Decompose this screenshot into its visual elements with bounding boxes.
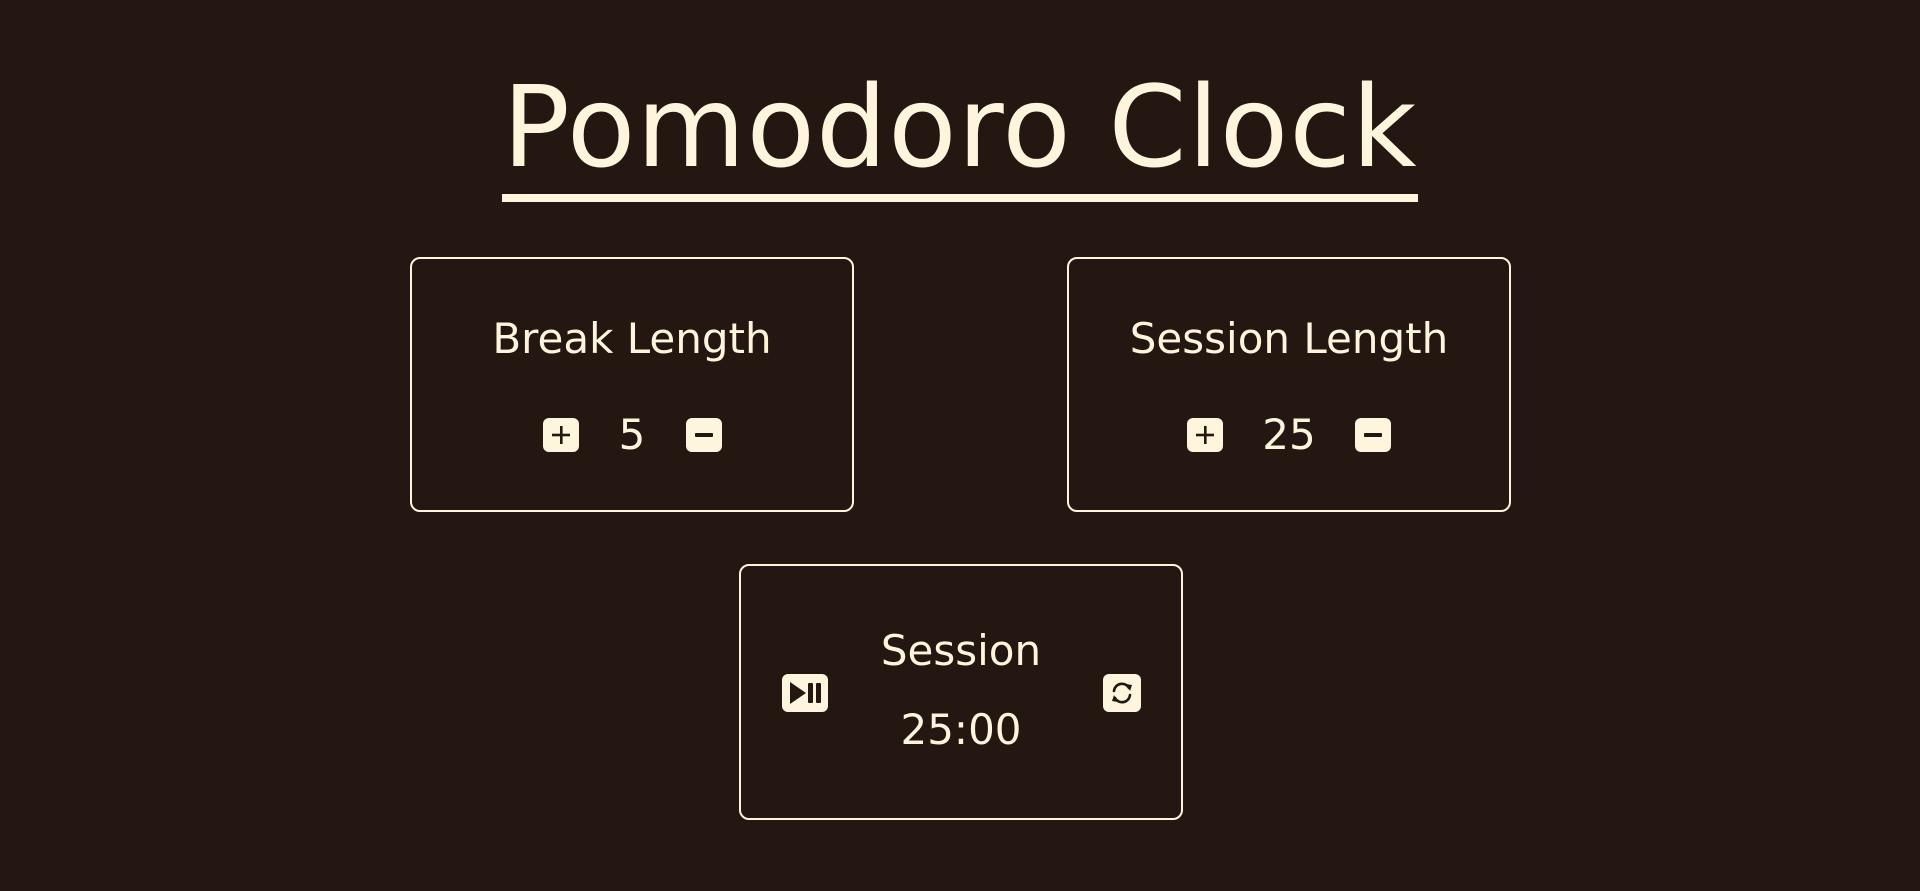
session-length-value: 25 xyxy=(1262,410,1316,459)
minus-icon xyxy=(1364,433,1382,437)
timer-card: Session 25:00 xyxy=(739,564,1183,820)
break-increment-button[interactable] xyxy=(543,418,579,452)
break-decrement-button[interactable] xyxy=(686,418,722,452)
session-length-card: Session Length 25 xyxy=(1067,257,1511,512)
timer-label: Session xyxy=(880,626,1042,675)
break-length-card: Break Length 5 xyxy=(410,257,854,512)
refresh-icon xyxy=(1112,682,1132,704)
pomodoro-page: Pomodoro Clock Break Length 5 Session Le… xyxy=(0,0,1920,891)
session-decrement-button[interactable] xyxy=(1355,418,1391,452)
minus-icon xyxy=(695,433,713,437)
plus-icon xyxy=(552,426,570,444)
session-increment-button[interactable] xyxy=(1187,418,1223,452)
plus-icon xyxy=(1196,426,1214,444)
break-length-controls: 5 xyxy=(412,409,852,461)
break-length-value: 5 xyxy=(618,410,646,459)
page-title: Pomodoro Clock xyxy=(0,68,1920,202)
break-length-label: Break Length xyxy=(492,314,772,363)
page-title-text: Pomodoro Clock xyxy=(502,68,1418,202)
session-length-controls: 25 xyxy=(1069,409,1509,461)
reset-button[interactable] xyxy=(1103,674,1141,712)
session-length-label: Session Length xyxy=(1129,314,1449,363)
